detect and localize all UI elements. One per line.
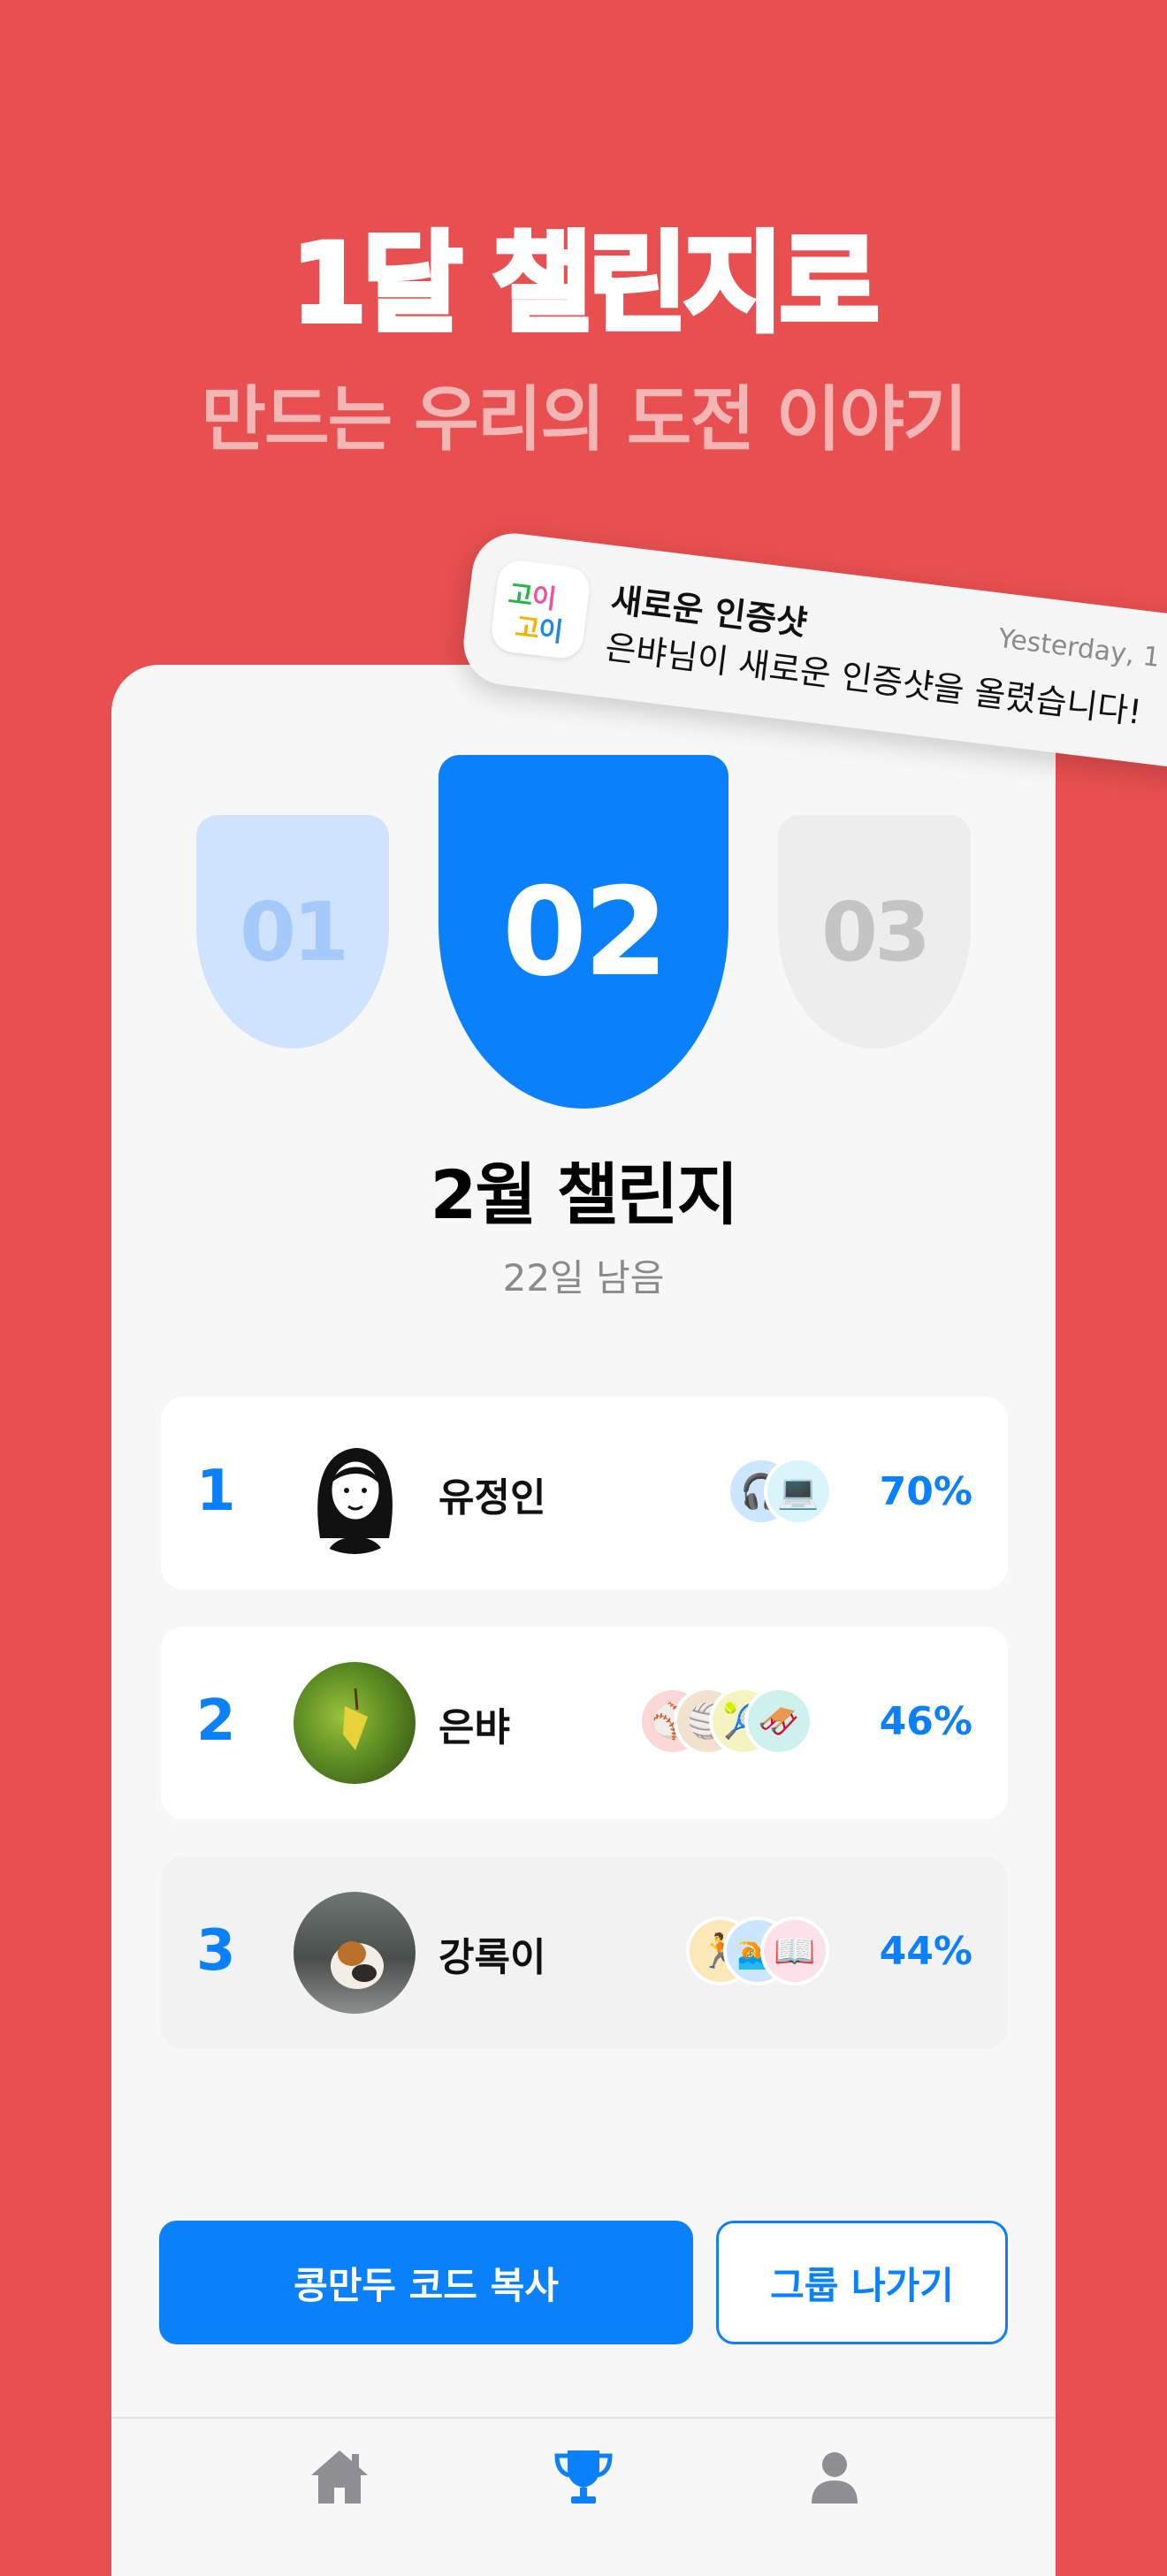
- leaderboard-row[interactable]: 3 강록이 🏃 🏊 📖 44%: [161, 1856, 1008, 2049]
- progress-percent: 46%: [879, 1699, 972, 1744]
- progress-percent: 70%: [879, 1469, 972, 1514]
- round-shield-02[interactable]: 02: [439, 755, 728, 1109]
- rank-number: 1: [196, 1459, 236, 1524]
- challenge-panel: 01 02 03 2월 챌린지 22일 남음 1 유정인 🎧 💻 70% 2 은…: [111, 665, 1056, 2576]
- hero-headline: 1달 챌린지로: [289, 218, 882, 349]
- user-name: 유정인: [439, 1475, 546, 1520]
- badge-group: 🏃 🏊 📖: [686, 1917, 863, 1989]
- home-icon[interactable]: [304, 2442, 375, 2512]
- rank-number: 2: [196, 1688, 236, 1754]
- avatar: [294, 1432, 416, 1554]
- tab-bar: [111, 2417, 1056, 2576]
- app-icon: 고이 고이: [489, 558, 592, 661]
- trophy-icon[interactable]: [548, 2442, 619, 2512]
- progress-percent: 44%: [879, 1929, 972, 1974]
- notification-time: Yesterday, 1: [996, 622, 1162, 674]
- days-left: 22일 남음: [502, 1256, 665, 1299]
- laptop-icon: 💻: [764, 1457, 833, 1526]
- leave-group-button[interactable]: 그룹 나가기: [716, 2221, 1008, 2344]
- person-icon[interactable]: [799, 2442, 870, 2512]
- rank-number: 3: [196, 1918, 236, 1984]
- leaderboard-row[interactable]: 2 은뱌 ⚾ 🏐 🎾 🛷 46%: [161, 1627, 1008, 1819]
- badge-group: ⚾ 🏐 🎾 🛷: [638, 1687, 850, 1759]
- sled-icon: 🛷: [744, 1687, 813, 1756]
- round-shield-01[interactable]: 01: [196, 815, 389, 1048]
- round-shield-03[interactable]: 03: [778, 815, 971, 1048]
- user-name: 강록이: [439, 1935, 546, 1980]
- book-icon: 📖: [760, 1917, 829, 1985]
- leaderboard-row[interactable]: 1 유정인 🎧 💻 70%: [161, 1397, 1008, 1589]
- badge-group: 🎧 💻: [727, 1457, 850, 1529]
- copy-code-button[interactable]: 콩만두 코드 복사: [159, 2221, 693, 2344]
- challenge-title: 2월 챌린지: [430, 1155, 738, 1234]
- user-name: 은뱌: [439, 1705, 510, 1750]
- avatar: [294, 1662, 416, 1784]
- hero-subhead: 만드는 우리의 도전 이야기: [201, 378, 967, 461]
- avatar: [294, 1892, 416, 2014]
